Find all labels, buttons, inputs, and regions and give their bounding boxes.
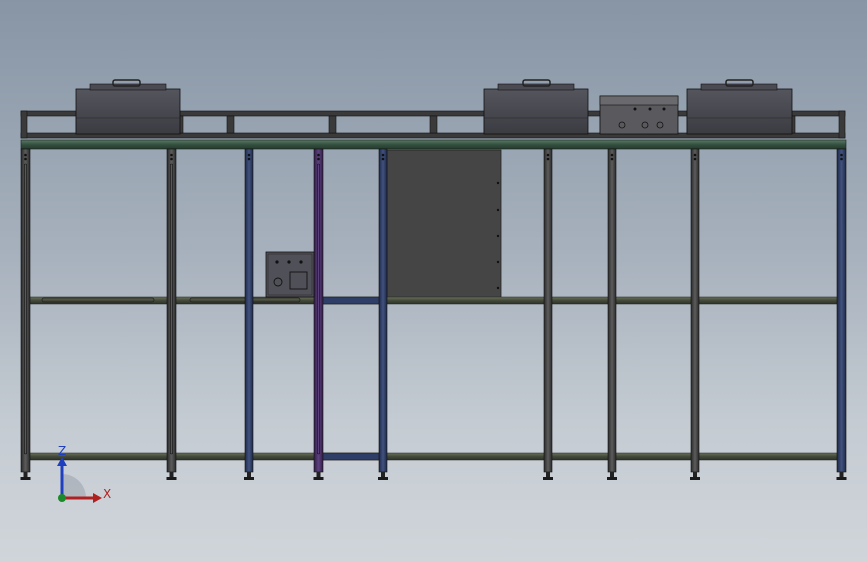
post-5[interactable] xyxy=(378,148,388,480)
post-4[interactable] xyxy=(313,148,324,480)
small-control-box[interactable] xyxy=(265,251,315,298)
top-control-box[interactable] xyxy=(599,95,679,135)
bottom-rail[interactable] xyxy=(27,452,841,461)
top-frame-stub xyxy=(328,115,337,134)
top-box-right[interactable] xyxy=(686,79,793,135)
top-box-left[interactable] xyxy=(75,79,181,135)
model-viewport[interactable]: Z X xyxy=(0,0,867,562)
post-1[interactable] xyxy=(20,148,31,480)
frame-assembly-drawing[interactable] xyxy=(0,0,867,562)
top-frame-stub xyxy=(429,115,438,134)
top-green-rail[interactable] xyxy=(20,139,847,150)
large-side-panel[interactable] xyxy=(386,149,502,299)
post-7[interactable] xyxy=(607,148,617,480)
z-axis-arrowhead xyxy=(57,457,67,466)
x-axis-arrowhead xyxy=(93,493,102,503)
x-axis-label: X xyxy=(103,487,111,501)
post-3[interactable] xyxy=(244,148,254,480)
post-9[interactable] xyxy=(836,148,847,480)
top-frame-stub xyxy=(226,115,235,134)
orientation-triad: Z X xyxy=(57,444,111,503)
post-8[interactable] xyxy=(690,148,700,480)
post-6[interactable] xyxy=(543,148,553,480)
top-box-middle[interactable] xyxy=(483,79,589,135)
blue-bottom-crossbar[interactable] xyxy=(319,452,386,461)
post-2[interactable] xyxy=(166,148,177,480)
blue-middle-crossbar[interactable] xyxy=(319,296,386,305)
z-axis-label: Z xyxy=(58,444,66,458)
y-axis-dot xyxy=(58,494,66,502)
